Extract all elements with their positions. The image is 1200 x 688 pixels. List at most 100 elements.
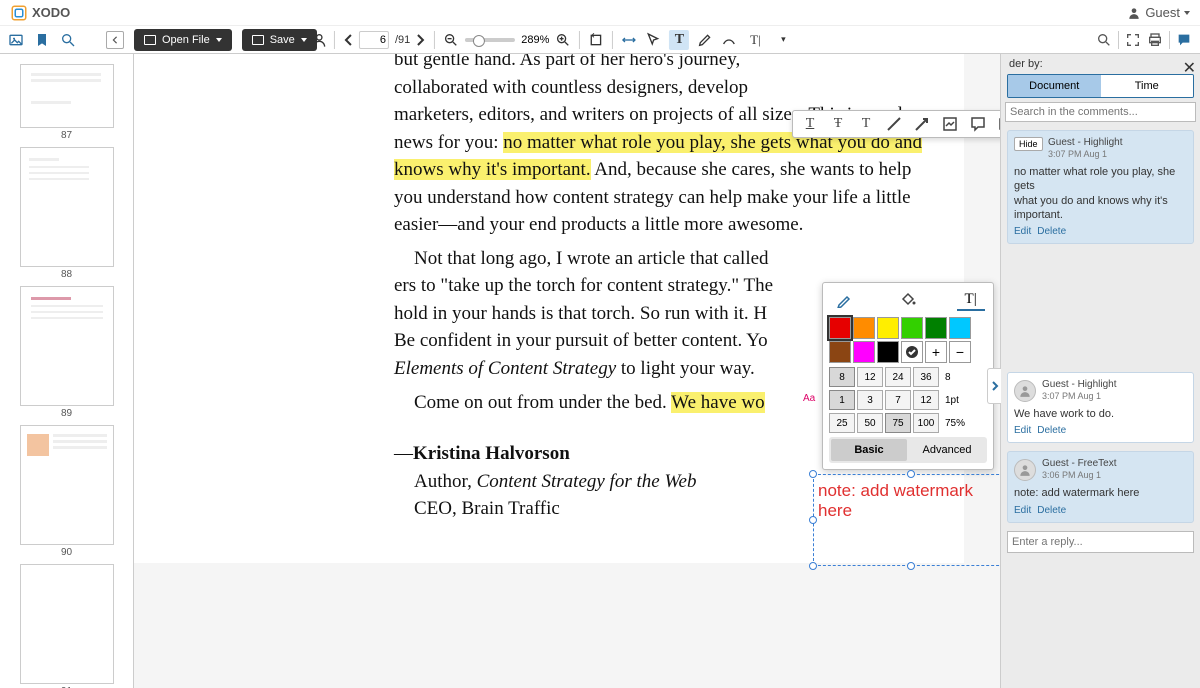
line-tool-icon[interactable] <box>885 115 903 133</box>
bookmark-icon[interactable] <box>34 32 50 48</box>
hide-comment-button[interactable]: Hide <box>1014 137 1043 151</box>
page-thumbnail[interactable] <box>20 286 114 406</box>
size-option[interactable]: 75 <box>885 413 911 433</box>
edit-link[interactable]: Edit <box>1014 425 1031 436</box>
highlight-annotation[interactable]: We have wo <box>671 392 764 413</box>
edit-link[interactable]: Edit <box>1014 226 1031 237</box>
draw-icon[interactable] <box>721 32 737 48</box>
underline-tool-icon[interactable]: T <box>801 115 819 133</box>
resize-handle[interactable] <box>809 562 817 570</box>
comments-search-input[interactable] <box>1005 102 1196 122</box>
prev-page-icon[interactable] <box>343 33 353 47</box>
resize-handle[interactable] <box>809 470 817 478</box>
color-swatch[interactable] <box>853 317 875 339</box>
pan-icon[interactable] <box>621 32 637 48</box>
basic-mode-button[interactable]: Basic <box>831 439 907 461</box>
fullscreen-icon[interactable] <box>1125 32 1141 48</box>
comment-item[interactable]: Guest - Highlight 3:07 PM Aug 1 We have … <box>1007 372 1194 443</box>
page-number-input[interactable] <box>359 31 389 49</box>
color-swatch[interactable] <box>901 317 923 339</box>
color-swatch[interactable] <box>925 317 947 339</box>
thumbnail-label: 87 <box>0 130 133 141</box>
stroke-width-row: 1 3 7 12 1pt <box>829 390 987 410</box>
note-tool-icon[interactable] <box>969 115 987 133</box>
color-add-button[interactable]: + <box>925 341 947 363</box>
save-button[interactable]: Save <box>242 29 317 51</box>
zoom-out-icon[interactable] <box>443 32 459 48</box>
signature-tool-icon[interactable] <box>941 115 959 133</box>
color-swatch[interactable] <box>877 341 899 363</box>
strikeout-tool-icon[interactable]: Ŧ <box>829 115 847 133</box>
image-icon[interactable] <box>8 32 24 48</box>
size-option[interactable]: 3 <box>857 390 883 410</box>
tool-dropdown[interactable]: ▾ <box>773 30 793 50</box>
size-option[interactable]: 100 <box>913 413 939 433</box>
tab-time[interactable]: Time <box>1101 75 1194 97</box>
resize-handle[interactable] <box>907 470 915 478</box>
text-tab[interactable]: T| <box>957 289 985 311</box>
size-option[interactable]: 8 <box>829 367 855 387</box>
zoom-slider[interactable] <box>465 38 515 42</box>
edit-icon[interactable] <box>697 32 713 48</box>
delete-link[interactable]: Delete <box>1037 505 1066 516</box>
color-swatch[interactable] <box>949 317 971 339</box>
resize-handle[interactable] <box>809 516 817 524</box>
color-swatch[interactable] <box>877 317 899 339</box>
size-option[interactable]: 50 <box>857 413 883 433</box>
delete-link[interactable]: Delete <box>1037 425 1066 436</box>
collapse-sidebar-button[interactable] <box>106 31 124 49</box>
stroke-tab[interactable] <box>894 289 922 311</box>
delete-link[interactable]: Delete <box>1037 226 1066 237</box>
reply-input[interactable] <box>1007 531 1194 553</box>
size-option[interactable]: 7 <box>885 390 911 410</box>
tab-document[interactable]: Document <box>1008 75 1101 97</box>
text-tool-button[interactable]: T <box>669 30 689 50</box>
arrow-tool-icon[interactable] <box>913 115 931 133</box>
page-thumbnail[interactable] <box>20 564 114 684</box>
page-thumbnail[interactable] <box>20 147 114 267</box>
page-thumbnail[interactable] <box>20 425 114 545</box>
next-page-icon[interactable] <box>416 33 426 47</box>
thumbnail-sidebar[interactable]: 87 88 89 90 91 <box>0 54 134 688</box>
avatar <box>1014 459 1036 481</box>
open-file-button[interactable]: Open File <box>134 29 232 51</box>
document-viewport[interactable]: but gentle hand. As part of her hero's j… <box>134 54 1000 688</box>
search-icon[interactable] <box>60 32 76 48</box>
rotate-icon[interactable] <box>588 32 604 48</box>
page-thumbnail[interactable] <box>20 64 114 128</box>
color-remove-button[interactable]: − <box>949 341 971 363</box>
comment-body: We have work to do. <box>1014 407 1187 421</box>
collapse-comments-button[interactable] <box>987 368 1001 404</box>
size-option[interactable]: 12 <box>913 390 939 410</box>
resize-handle[interactable] <box>907 562 915 570</box>
search-doc-icon[interactable] <box>1096 32 1112 48</box>
size-option[interactable]: 1 <box>829 390 855 410</box>
color-confirm-button[interactable] <box>901 341 923 363</box>
size-option[interactable]: 25 <box>829 413 855 433</box>
color-swatch[interactable] <box>829 341 851 363</box>
text-format-popup[interactable]: Aa T| + − 8 <box>822 282 994 470</box>
color-swatch[interactable] <box>853 341 875 363</box>
advanced-mode-button[interactable]: Advanced <box>909 439 985 461</box>
user-menu[interactable]: Guest <box>1127 5 1190 20</box>
zoom-in-icon[interactable] <box>555 32 571 48</box>
close-panel-icon[interactable]: ✕ <box>1183 58 1196 78</box>
add-user-icon[interactable] <box>310 32 326 48</box>
size-option[interactable]: 12 <box>857 367 883 387</box>
size-option[interactable]: 36 <box>913 367 939 387</box>
freetext-annotation[interactable]: note: add watermark here <box>813 474 1000 566</box>
print-icon[interactable] <box>1147 32 1163 48</box>
color-swatch[interactable] <box>829 317 851 339</box>
fill-tab[interactable] <box>831 289 859 311</box>
annotation-toolbar[interactable]: T Ŧ T <box>792 110 1000 138</box>
chevron-right-icon <box>991 381 999 391</box>
size-option[interactable]: 24 <box>885 367 911 387</box>
freetext-tool-button[interactable]: T| <box>745 30 765 50</box>
comment-item[interactable]: Guest - FreeText 3:06 PM Aug 1 note: add… <box>1007 451 1194 522</box>
select-icon[interactable] <box>645 32 661 48</box>
edit-link[interactable]: Edit <box>1014 505 1031 516</box>
squiggly-tool-icon[interactable]: T <box>857 115 875 133</box>
comments-icon[interactable] <box>1176 32 1192 48</box>
comment-item[interactable]: Hide Hide Guest - Highlight 3:07 PM Aug … <box>1007 130 1194 244</box>
zoom-controls: 289% <box>443 32 571 48</box>
